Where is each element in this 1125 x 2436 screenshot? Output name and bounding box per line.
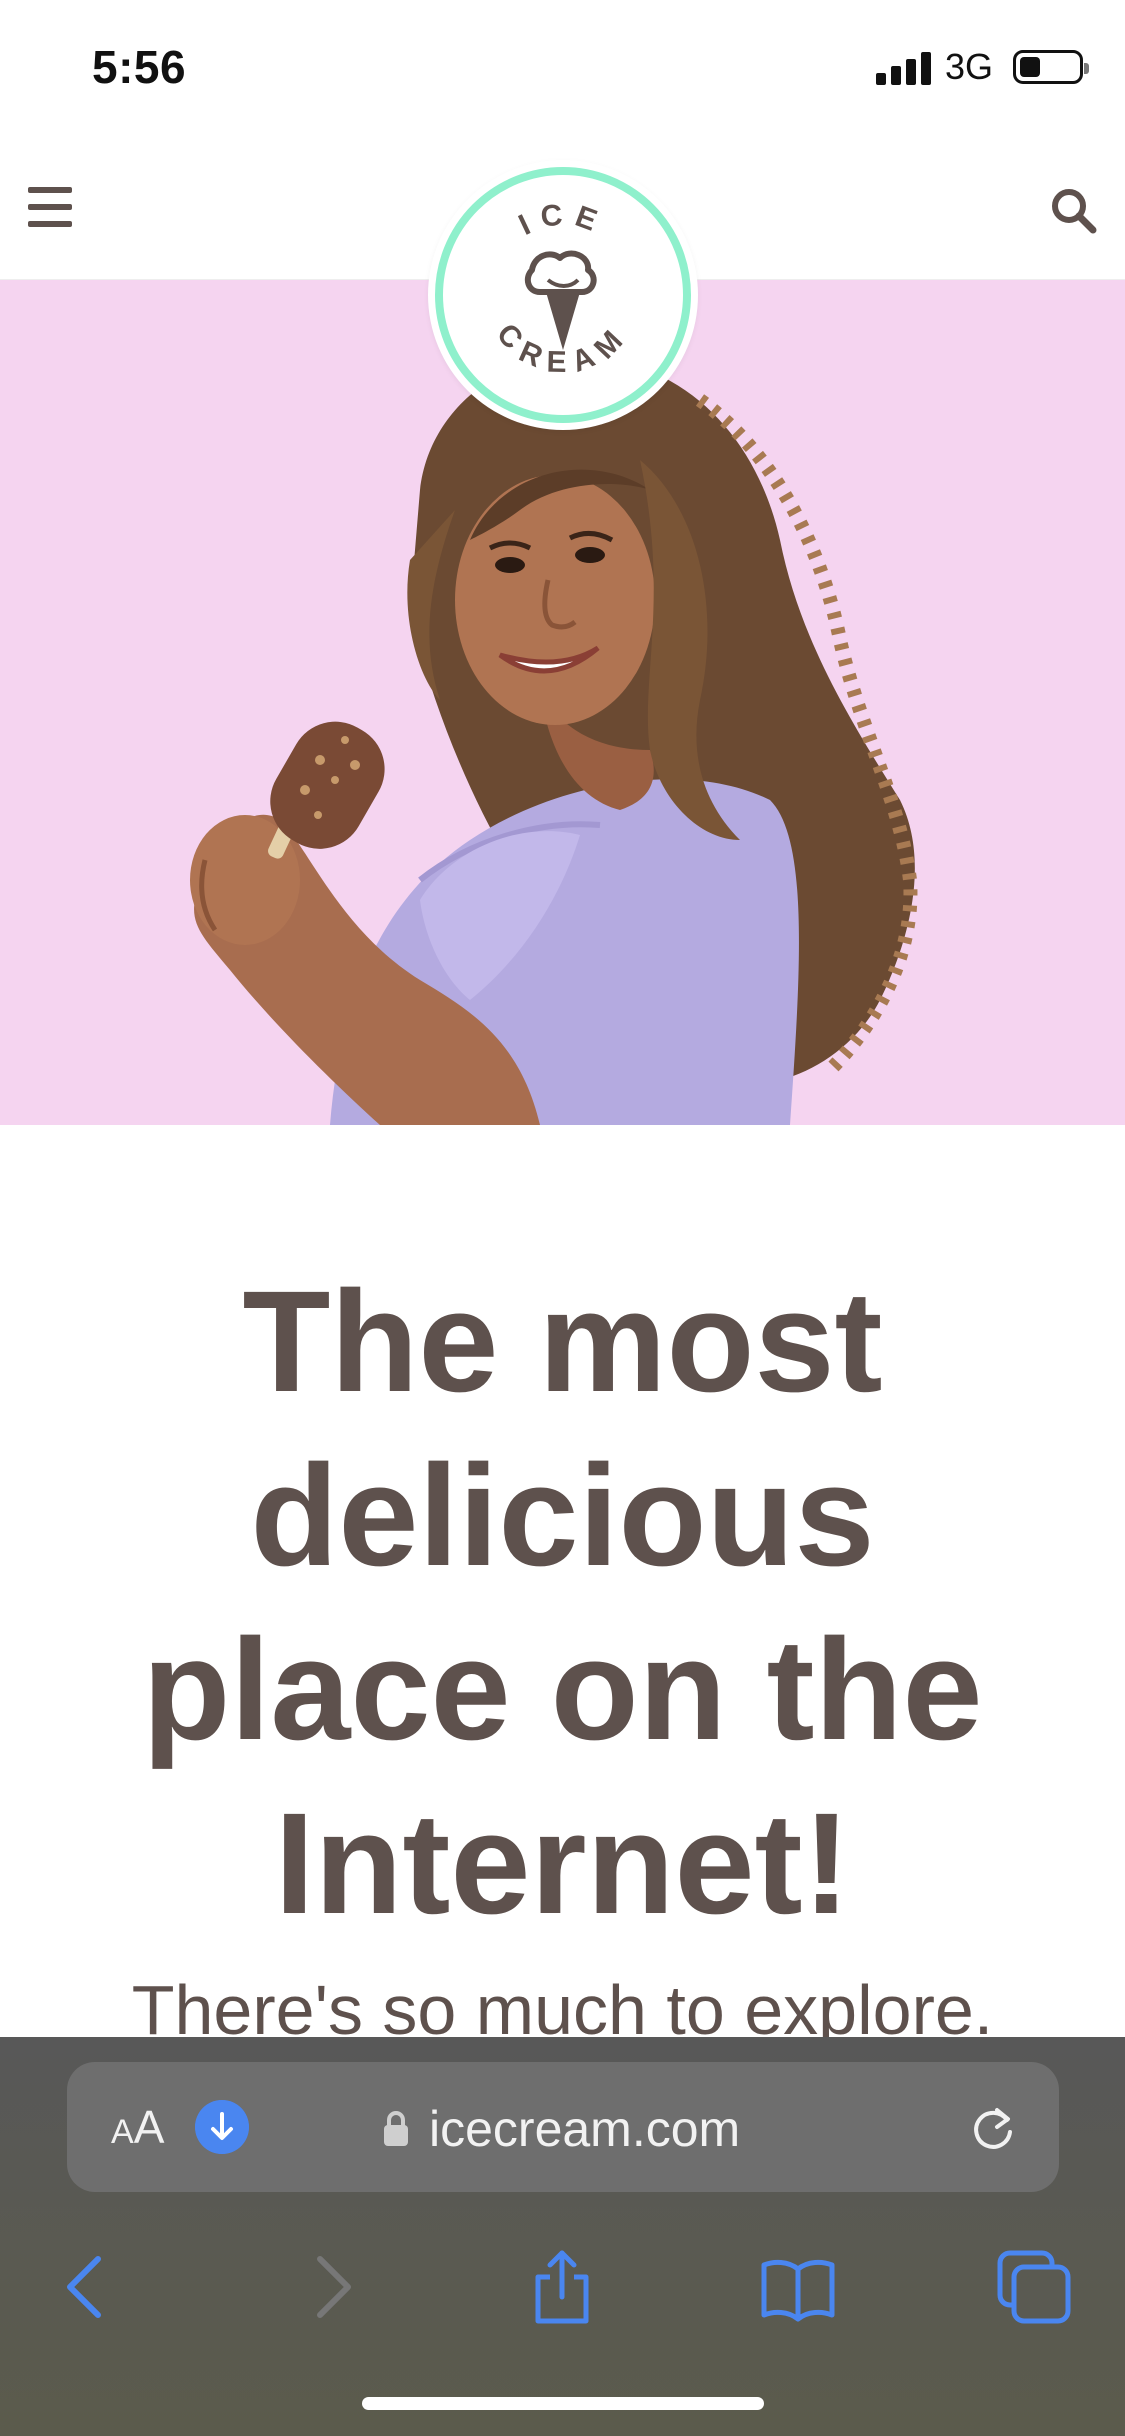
network-type: 3G [944, 46, 993, 87]
chevron-left-icon[interactable] [48, 2247, 128, 2327]
status-time: 5:56 [92, 41, 187, 93]
headline-line: delicious [250, 1435, 875, 1596]
book-icon[interactable] [758, 2247, 838, 2327]
ice-cream-logo[interactable]: ICE CREAM [428, 160, 698, 430]
reload-icon[interactable] [967, 2102, 1019, 2154]
home-indicator[interactable] [362, 2397, 764, 2410]
share-icon[interactable] [522, 2247, 602, 2327]
battery-level [1020, 57, 1040, 77]
headline-line: Internet! [274, 1783, 851, 1944]
url-text[interactable]: icecream.com [429, 2100, 740, 2158]
hamburger-menu-icon[interactable] [28, 187, 72, 227]
logo-graphic: ICE CREAM [435, 167, 691, 423]
status-indicators: 3G [875, 46, 1089, 88]
search-icon[interactable] [1049, 186, 1097, 234]
battery-icon [1013, 50, 1089, 84]
page-headline: The most delicious place on the Internet… [60, 1255, 1065, 1951]
text-size-small: A [111, 2113, 134, 2151]
cellular-signal-icon [875, 49, 931, 85]
browser-toolbar: AA icecream.com [0, 2037, 1125, 2436]
headline-line: place on the [142, 1609, 983, 1770]
lock-icon [384, 2111, 408, 2146]
headline-line: The most [242, 1261, 883, 1422]
download-icon[interactable] [195, 2100, 249, 2154]
text-size-big: A [133, 2101, 165, 2153]
intro-text: There's so much to explore. [131, 1971, 994, 2037]
chevron-right-icon[interactable] [290, 2247, 370, 2327]
status-bar: 5:56 3G [0, 0, 1125, 140]
address-bar[interactable]: AA icecream.com [67, 2062, 1059, 2192]
main-content: The most delicious place on the Internet… [0, 1125, 1125, 2037]
tabs-icon[interactable] [994, 2247, 1074, 2327]
text-size-button[interactable]: AA [111, 2100, 164, 2154]
